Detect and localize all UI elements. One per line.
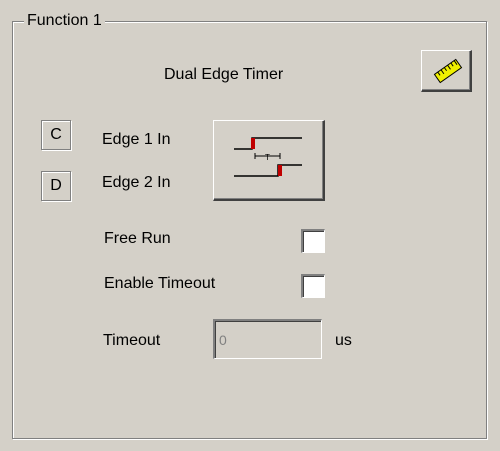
edge-2-in-label: Edge 2 In <box>102 174 171 191</box>
svg-text:T: T <box>265 153 270 162</box>
enable-timeout-checkbox[interactable] <box>301 274 325 298</box>
function-title: Dual Edge Timer <box>164 66 284 83</box>
channel-d-label: D <box>50 177 62 194</box>
function-panel: Function 1 Dual Edge Timer C Edge 1 In D… <box>0 0 500 451</box>
channel-c-label: C <box>50 126 62 143</box>
channel-d-indicator: D <box>41 171 71 201</box>
ruler-icon <box>433 58 463 84</box>
channel-c-indicator: C <box>41 120 71 150</box>
dual-edge-timing-diagram-icon: T <box>234 137 302 177</box>
function-settings-button[interactable] <box>421 50 472 92</box>
timeout-unit-label: us <box>335 332 352 349</box>
free-run-checkbox[interactable] <box>301 229 325 253</box>
edge-config-button[interactable]: T <box>213 120 325 201</box>
timeout-label: Timeout <box>103 332 161 349</box>
enable-timeout-label: Enable Timeout <box>104 275 216 292</box>
edge-1-in-label: Edge 1 In <box>102 131 171 148</box>
free-run-label: Free Run <box>104 230 171 247</box>
timeout-input[interactable] <box>213 319 322 359</box>
group-label: Function 1 <box>24 12 105 30</box>
